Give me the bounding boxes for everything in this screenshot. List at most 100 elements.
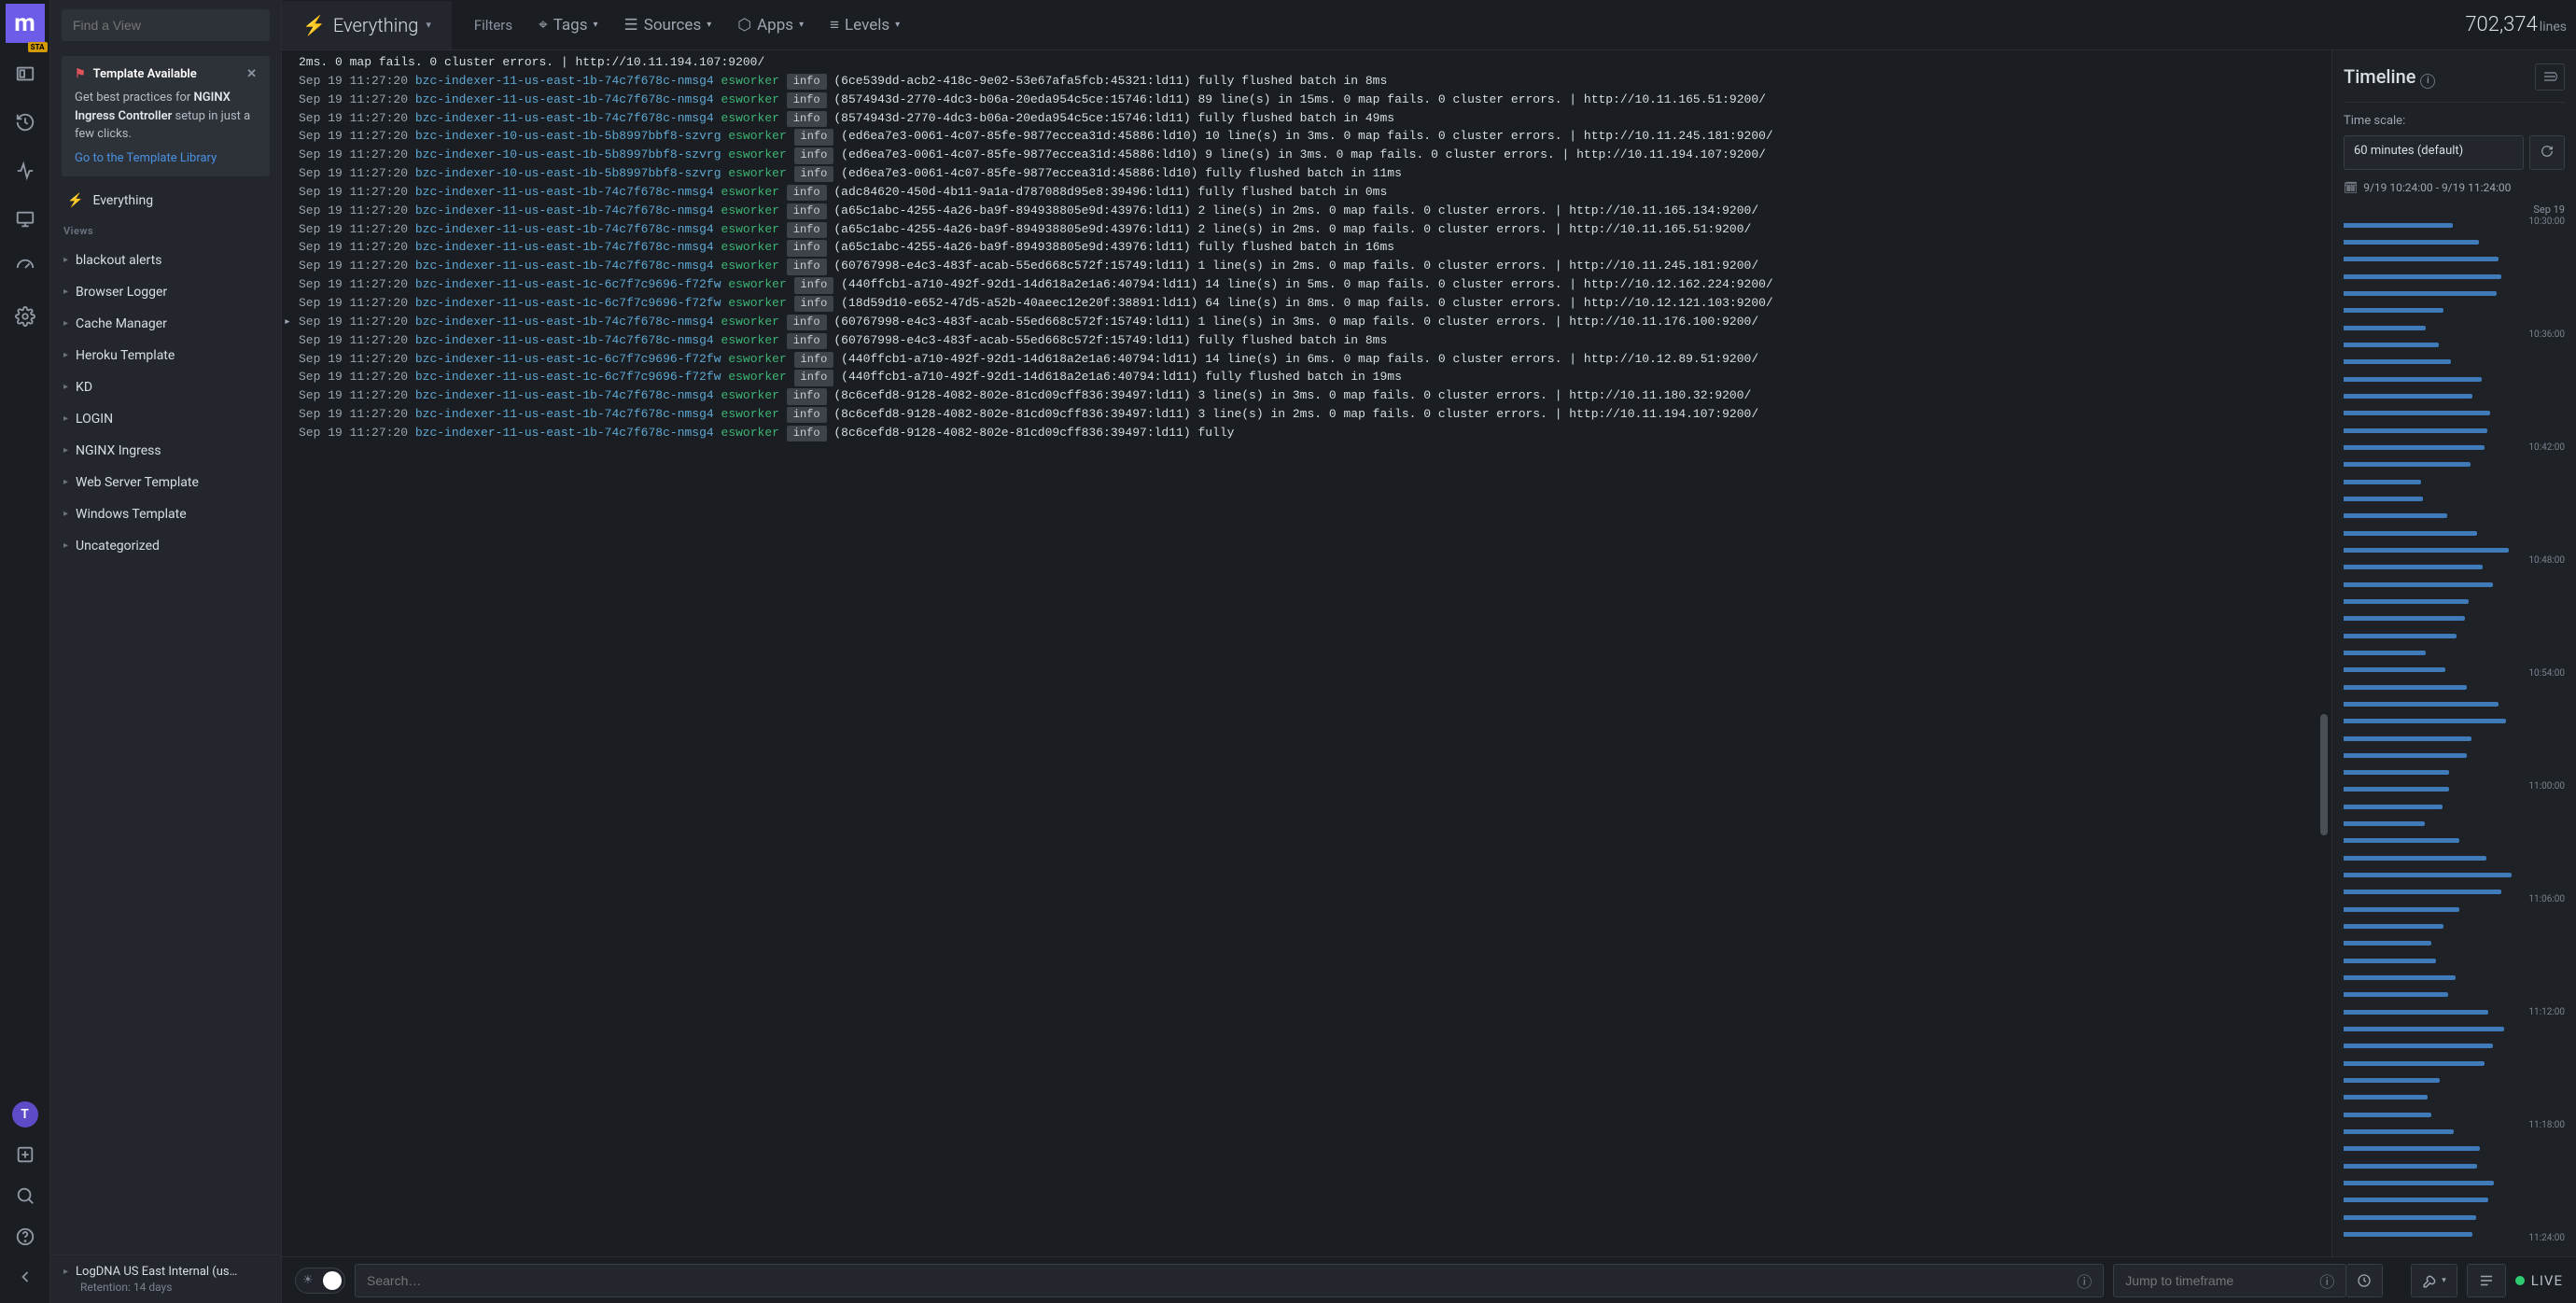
timeline-bar[interactable] — [2344, 394, 2472, 399]
timeline-bar[interactable] — [2344, 1181, 2494, 1185]
add-icon[interactable] — [7, 1137, 43, 1172]
log-line[interactable]: Sep 19 11:27:20 bzc-indexer-11-us-east-1… — [299, 406, 2322, 424]
close-icon[interactable]: ✕ — [246, 67, 257, 81]
timeline-chart[interactable]: Sep 19 10:30:0010:36:0010:42:0010:48:001… — [2344, 203, 2565, 1243]
timeline-bar[interactable] — [2344, 770, 2449, 775]
log-line[interactable]: Sep 19 11:27:20 bzc-indexer-11-us-east-1… — [299, 73, 2322, 91]
timeline-bar[interactable] — [2344, 257, 2499, 261]
timeline-bar[interactable] — [2344, 667, 2445, 672]
timeline-bar[interactable] — [2344, 907, 2459, 912]
active-view-tab[interactable]: ⚡ Everything ▾ — [282, 1, 452, 49]
info-icon[interactable]: ⓘ — [2319, 1269, 2334, 1292]
timeline-bar[interactable] — [2344, 1164, 2477, 1169]
timeline-bar[interactable] — [2344, 702, 2499, 707]
timeline-bar[interactable] — [2344, 1232, 2472, 1237]
timeline-bar[interactable] — [2344, 805, 2443, 809]
timeline-bar[interactable] — [2344, 1113, 2431, 1117]
view-item[interactable]: ▸Heroku Template — [50, 340, 281, 371]
timeline-bar[interactable] — [2344, 359, 2451, 364]
log-line[interactable]: Sep 19 11:27:20 bzc-indexer-11-us-east-1… — [299, 239, 2322, 257]
time-scale-select[interactable]: 60 minutes (default) — [2344, 135, 2524, 170]
timeline-bar[interactable] — [2344, 1129, 2454, 1134]
timeline-bar[interactable] — [2344, 651, 2426, 655]
timeline-bar[interactable] — [2344, 240, 2479, 245]
timeline-bar[interactable] — [2344, 1027, 2504, 1031]
log-line[interactable]: Sep 19 11:27:20 bzc-indexer-11-us-east-1… — [299, 425, 2322, 442]
timeline-bar[interactable] — [2344, 959, 2436, 963]
timeline-bar[interactable] — [2344, 685, 2467, 690]
log-viewer[interactable]: 2ms. 0 map fails. 0 cluster errors. | ht… — [282, 50, 2331, 1256]
timeline-bar[interactable] — [2344, 1044, 2493, 1048]
monitor-icon[interactable] — [7, 202, 43, 237]
jump-timeframe-bar[interactable]: ⓘ — [2113, 1264, 2346, 1297]
log-line[interactable]: Sep 19 11:27:20 bzc-indexer-11-us-east-1… — [299, 276, 2322, 294]
timeline-bar[interactable] — [2344, 941, 2431, 946]
log-line[interactable]: Sep 19 11:27:20 bzc-indexer-11-us-east-1… — [299, 91, 2322, 109]
log-line[interactable]: Sep 19 11:27:20 bzc-indexer-11-us-east-1… — [299, 110, 2322, 128]
timeline-bar[interactable] — [2344, 411, 2490, 415]
timeline-bar[interactable] — [2344, 343, 2439, 347]
source-selector[interactable]: ▸ LogDNA US East Internal (us… — [63, 1265, 268, 1279]
filter-tags[interactable]: ⌖Tags▾ — [539, 16, 597, 35]
timeline-bar[interactable] — [2344, 1095, 2428, 1100]
search-input[interactable] — [367, 1273, 2077, 1288]
log-line[interactable]: 2ms. 0 map fails. 0 cluster errors. | ht… — [299, 54, 2322, 72]
view-item[interactable]: ▸Windows Template — [50, 498, 281, 530]
info-icon[interactable]: ⓘ — [2077, 1269, 2092, 1292]
timeline-bar[interactable] — [2344, 445, 2485, 450]
find-view-input[interactable] — [62, 9, 270, 41]
timeline-bar[interactable] — [2344, 975, 2456, 980]
timeline-bar[interactable] — [2344, 291, 2497, 296]
timeline-bar[interactable] — [2344, 531, 2477, 536]
timeline-bar[interactable] — [2344, 719, 2506, 723]
scrollbar-thumb[interactable] — [2320, 714, 2328, 835]
timeline-bar[interactable] — [2344, 821, 2425, 826]
timeline-bar[interactable] — [2344, 565, 2483, 569]
timeline-bar[interactable] — [2344, 223, 2453, 228]
filter-sources[interactable]: ☰Sources▾ — [624, 16, 712, 35]
timeline-bar[interactable] — [2344, 753, 2467, 758]
gauge-icon[interactable] — [7, 250, 43, 286]
brand-logo[interactable]: m STA — [6, 4, 45, 43]
log-line[interactable]: Sep 19 11:27:20 bzc-indexer-10-us-east-1… — [299, 147, 2322, 164]
log-line[interactable]: Sep 19 11:27:20 bzc-indexer-11-us-east-1… — [299, 351, 2322, 369]
view-item[interactable]: ▸Web Server Template — [50, 467, 281, 498]
log-line[interactable]: Sep 19 11:27:20 bzc-indexer-11-us-east-1… — [299, 184, 2322, 202]
log-line[interactable]: Sep 19 11:27:20 bzc-indexer-10-us-east-1… — [299, 128, 2322, 146]
jump-timeframe-input[interactable] — [2125, 1273, 2314, 1288]
info-icon[interactable]: i — [2420, 74, 2435, 89]
help-icon[interactable] — [7, 1219, 43, 1254]
timeline-bar[interactable] — [2344, 616, 2465, 621]
timeline-bar[interactable] — [2344, 1078, 2440, 1083]
dark-mode-toggle[interactable]: ☀ — [295, 1268, 345, 1294]
view-item[interactable]: ▸blackout alerts — [50, 245, 281, 276]
log-line[interactable]: Sep 19 11:27:20 bzc-indexer-11-us-east-1… — [299, 203, 2322, 220]
log-line[interactable]: Sep 19 11:27:20 bzc-indexer-11-us-east-1… — [299, 332, 2322, 350]
log-line[interactable]: Sep 19 11:27:20 bzc-indexer-11-us-east-1… — [299, 258, 2322, 275]
timeline-bar[interactable] — [2344, 548, 2509, 553]
timeline-bar[interactable] — [2344, 599, 2469, 604]
timeline-bar[interactable] — [2344, 1061, 2485, 1066]
view-item[interactable]: ▸Cache Manager — [50, 308, 281, 340]
activity-icon[interactable] — [7, 153, 43, 189]
log-line[interactable]: Sep 19 11:27:20 bzc-indexer-11-us-east-1… — [299, 387, 2322, 405]
timeline-bar[interactable] — [2344, 736, 2471, 741]
timeline-bar[interactable] — [2344, 326, 2426, 330]
live-indicator[interactable]: LIVE — [2515, 1272, 2563, 1289]
timeline-bar[interactable] — [2344, 480, 2421, 484]
everything-view[interactable]: ⚡ Everything — [50, 184, 281, 217]
timeline-bar[interactable] — [2344, 1010, 2488, 1015]
avatar[interactable]: T — [12, 1101, 38, 1128]
log-line[interactable]: Sep 19 11:27:20 bzc-indexer-11-us-east-1… — [299, 314, 2322, 331]
timeline-bar[interactable] — [2344, 924, 2443, 929]
timeline-bar[interactable] — [2344, 462, 2471, 467]
view-item[interactable]: ▸Uncategorized — [50, 530, 281, 562]
view-item[interactable]: ▸KD — [50, 371, 281, 403]
timeline-bar[interactable] — [2344, 634, 2457, 638]
view-item[interactable]: ▸NGINX Ingress — [50, 435, 281, 467]
timeline-bar[interactable] — [2344, 890, 2501, 894]
timeline-bar[interactable] — [2344, 873, 2512, 877]
clock-icon[interactable] — [2346, 1264, 2383, 1297]
log-line[interactable]: Sep 19 11:27:20 bzc-indexer-11-us-east-1… — [299, 369, 2322, 386]
timeline-bar[interactable] — [2344, 274, 2501, 279]
